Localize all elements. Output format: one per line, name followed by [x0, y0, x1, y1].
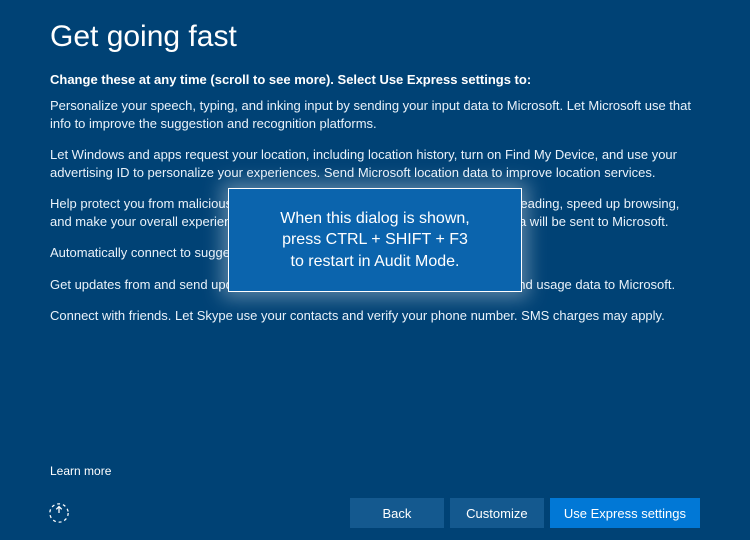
learn-more-link[interactable]: Learn more: [50, 464, 700, 478]
settings-paragraph: Personalize your speech, typing, and ink…: [50, 97, 700, 132]
annotation-line: press CTRL + SHIFT + F3: [282, 231, 468, 248]
footer-bar: Back Customize Use Express settings: [50, 486, 700, 540]
annotation-callout: When this dialog is shown, press CTRL + …: [228, 188, 522, 292]
page-title: Get going fast: [50, 20, 700, 54]
settings-paragraph: Connect with friends. Let Skype use your…: [50, 307, 700, 325]
back-button[interactable]: Back: [350, 498, 444, 528]
settings-paragraph: Let Windows and apps request your locati…: [50, 146, 700, 181]
annotation-line: to restart in Audit Mode.: [291, 253, 460, 270]
customize-button[interactable]: Customize: [450, 498, 544, 528]
annotation-text: When this dialog is shown, press CTRL + …: [280, 208, 469, 273]
annotation-line: When this dialog is shown,: [280, 210, 469, 227]
use-express-settings-button[interactable]: Use Express settings: [550, 498, 700, 528]
ease-of-access-icon[interactable]: [48, 502, 70, 524]
page-subheading: Change these at any time (scroll to see …: [50, 72, 700, 87]
